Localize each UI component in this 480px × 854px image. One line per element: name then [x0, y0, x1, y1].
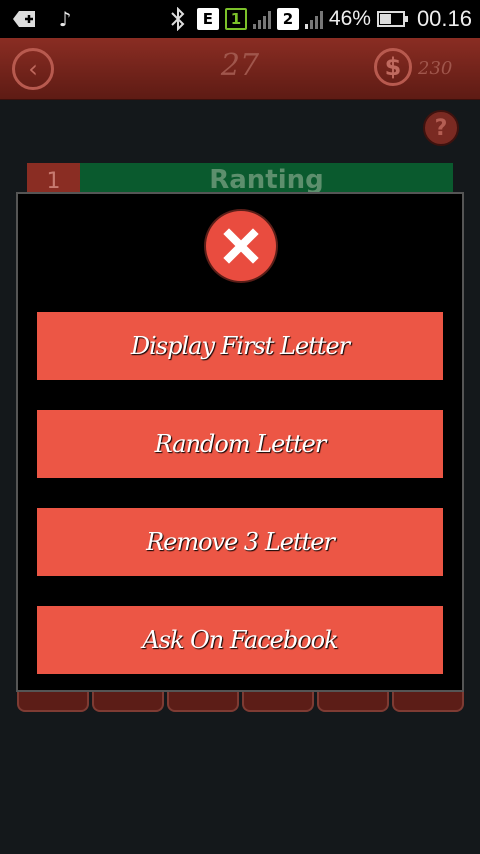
- coin-icon: $: [374, 48, 412, 86]
- dollar-symbol: $: [384, 53, 402, 81]
- letter-tile[interactable]: [92, 690, 164, 712]
- letter-tile[interactable]: [392, 690, 464, 712]
- letter-tile[interactable]: [242, 690, 314, 712]
- display-first-letter-button[interactable]: Display First Letter: [37, 312, 443, 380]
- hint-dialog: Display First Letter Random Letter Remov…: [16, 192, 464, 692]
- network-type-badge: E: [196, 8, 219, 30]
- status-bar: ♪ E 1 2 46% 00.16: [0, 0, 480, 38]
- clock: 00.16: [416, 6, 472, 31]
- letter-tile[interactable]: [317, 690, 389, 712]
- letter-tile[interactable]: [17, 690, 89, 712]
- ask-on-facebook-button[interactable]: Ask On Facebook: [37, 606, 443, 674]
- signal-icon: [304, 9, 323, 29]
- remove-3-letter-button[interactable]: Remove 3 Letter: [37, 508, 443, 576]
- help-button[interactable]: ?: [423, 110, 459, 146]
- close-icon: [223, 228, 259, 264]
- coin-count: 230: [418, 58, 453, 79]
- random-letter-button[interactable]: Random Letter: [37, 410, 443, 478]
- close-button[interactable]: [206, 211, 276, 281]
- notification-plus-icon: [12, 6, 38, 32]
- question-mark-icon: ?: [434, 115, 448, 141]
- sim2-badge: 2: [276, 8, 299, 30]
- game-top-bar: ‹ 27 $ 230: [0, 38, 480, 100]
- letter-tile[interactable]: [167, 690, 239, 712]
- sim1-badge: 1: [224, 8, 247, 30]
- music-note-icon: ♪: [58, 7, 72, 31]
- signal-icon: [252, 9, 271, 29]
- bluetooth-icon: [165, 6, 191, 32]
- battery-icon: [376, 11, 408, 27]
- word-text: Ranting: [209, 165, 324, 195]
- battery-percent: 46%: [328, 7, 371, 30]
